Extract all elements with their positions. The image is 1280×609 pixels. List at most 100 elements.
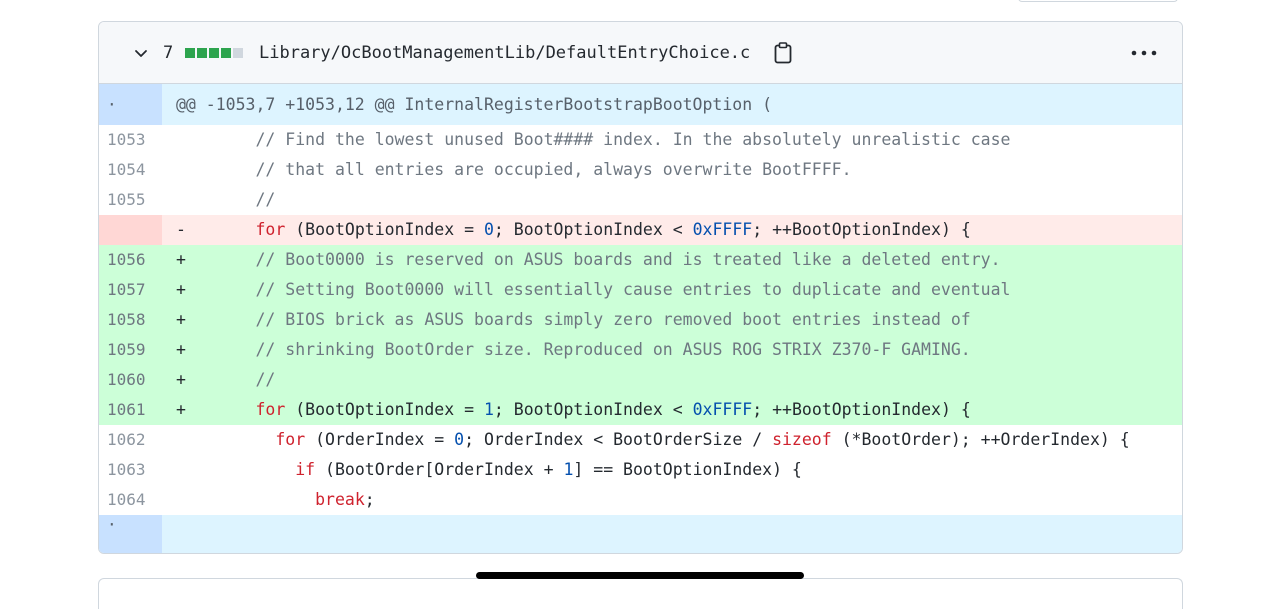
- diffstat-added-block: [185, 47, 195, 58]
- code-keyword: break: [315, 490, 365, 509]
- code-line: break;: [162, 485, 1182, 515]
- diffstat-neutral-block: [233, 47, 243, 58]
- code-line: //: [162, 185, 1182, 215]
- file-actions-button[interactable]: [1129, 22, 1159, 83]
- context-line-row: 1062 for (OrderIndex = 0; OrderIndex < B…: [99, 425, 1182, 455]
- line-number[interactable]: 1058: [99, 305, 162, 335]
- code-number: 0: [483, 220, 494, 239]
- code-keyword: if: [295, 460, 316, 479]
- line-number[interactable]: 1059: [99, 335, 162, 365]
- hunk-footer-row: ·: [99, 515, 1182, 553]
- context-line-row: 1064 break;: [99, 485, 1182, 515]
- line-number[interactable]: 1054: [99, 155, 162, 185]
- addition-line-row: 1056 + // Boot0000 is reserved on ASUS bo…: [99, 245, 1182, 275]
- code-line: + // BIOS brick as ASUS boards simply ze…: [162, 305, 1182, 335]
- code-number: 0xFFFF: [692, 400, 753, 419]
- code-text: +: [176, 400, 256, 419]
- code-comment: // Setting Boot0000 will essentially cau…: [255, 280, 1011, 299]
- code-text: ] == BootOptionIndex) {: [573, 460, 802, 479]
- code-text: +: [176, 280, 256, 299]
- line-number[interactable]: 1053: [99, 125, 162, 155]
- code-line: + // Boot0000 is reserved on ASUS boards…: [162, 245, 1182, 275]
- line-number[interactable]: 1056: [99, 245, 162, 275]
- collapse-file-button[interactable]: [131, 22, 151, 83]
- changes-count: 7: [163, 42, 174, 63]
- code-text: ; ++BootOptionIndex) {: [752, 220, 971, 239]
- hunk-header-row: · @@ -1053,7 +1053,12 @@ InternalRegiste…: [99, 84, 1182, 125]
- kebab-horizontal-icon: [1131, 50, 1157, 55]
- hunk-header: @@ -1053,7 +1053,12 @@ InternalRegisterB…: [162, 84, 1182, 125]
- addition-line-row: 1060 + //: [99, 365, 1182, 395]
- code-text: +: [176, 310, 256, 329]
- previous-file-card-edge: [1018, 0, 1178, 2]
- diff-lines: 1053 // Find the lowest unused Boot#### …: [99, 125, 1182, 515]
- code-number: 0: [454, 430, 465, 449]
- code-text: ; BootOptionIndex <: [493, 220, 693, 239]
- context-line-row: 1053 // Find the lowest unused Boot#### …: [99, 125, 1182, 155]
- addition-line-row: 1061 + for (BootOptionIndex = 1; BootOpti…: [99, 395, 1182, 425]
- line-number[interactable]: 1061: [99, 395, 162, 425]
- addition-line-row: 1057 + // Setting Boot0000 will essential…: [99, 275, 1182, 305]
- code-keyword: sizeof: [772, 430, 832, 449]
- diffstat-added-block: [221, 47, 231, 58]
- code-line: + // shrinking BootOrder size. Reproduce…: [162, 335, 1182, 365]
- code-number: 0xFFFF: [692, 220, 753, 239]
- expand-below-button[interactable]: ·: [99, 515, 162, 553]
- line-number[interactable]: 1060: [99, 365, 162, 395]
- line-number[interactable]: 1064: [99, 485, 162, 515]
- code-comment: //: [255, 370, 276, 389]
- code-text: (OrderIndex =: [305, 430, 455, 449]
- code-comment: // that all entries are occupied, always…: [255, 160, 852, 179]
- next-file-card: [98, 578, 1183, 609]
- code-line: + for (BootOptionIndex = 1; BootOptionIn…: [162, 395, 1182, 425]
- diff-table: · @@ -1053,7 +1053,12 @@ InternalRegiste…: [99, 84, 1182, 553]
- code-keyword: for: [255, 400, 286, 419]
- line-number[interactable]: 1057: [99, 275, 162, 305]
- home-indicator: [476, 572, 804, 579]
- code-text: (BootOptionIndex =: [285, 400, 484, 419]
- hunk-footer: [162, 515, 1182, 553]
- code-text: ; OrderIndex < BootOrderSize /: [464, 430, 773, 449]
- copy-path-button[interactable]: [771, 22, 795, 83]
- code-text: (*BootOrder); ++OrderIndex) {: [831, 430, 1130, 449]
- addition-line-row: 1058 + // BIOS brick as ASUS boards simpl…: [99, 305, 1182, 335]
- code-comment: // Boot0000 is reserved on ASUS boards a…: [255, 250, 1001, 269]
- line-number[interactable]: 1063: [99, 455, 162, 485]
- line-number[interactable]: [99, 215, 162, 245]
- code-line: + //: [162, 365, 1182, 395]
- code-text: (BootOrder[OrderIndex +: [315, 460, 564, 479]
- code-line: - for (BootOptionIndex = 0; BootOptionIn…: [162, 215, 1182, 245]
- file-header: 7 Library/OcBootManagementLib/DefaultEnt…: [99, 22, 1182, 84]
- code-number: 1: [483, 400, 494, 419]
- code-line: // Find the lowest unused Boot#### index…: [162, 125, 1182, 155]
- code-comment: // shrinking BootOrder size. Reproduced …: [255, 340, 971, 359]
- code-line: if (BootOrder[OrderIndex + 1] == BootOpt…: [162, 455, 1182, 485]
- code-text: +: [176, 340, 256, 359]
- code-keyword: for: [255, 220, 286, 239]
- line-number[interactable]: 1055: [99, 185, 162, 215]
- code-text: (BootOptionIndex =: [285, 220, 484, 239]
- clipboard-icon: [774, 41, 792, 63]
- code-line: + // Setting Boot0000 will essentially c…: [162, 275, 1182, 305]
- code-keyword: for: [275, 430, 306, 449]
- code-text: ; ++BootOptionIndex) {: [752, 400, 971, 419]
- line-number[interactable]: 1062: [99, 425, 162, 455]
- code-line: for (OrderIndex = 0; OrderIndex < BootOr…: [162, 425, 1182, 455]
- deletion-line-row: - for (BootOptionIndex = 0; BootOptionIn…: [99, 215, 1182, 245]
- code-text: +: [176, 370, 256, 389]
- code-line: // that all entries are occupied, always…: [162, 155, 1182, 185]
- code-comment: //: [255, 190, 276, 209]
- file-path-link[interactable]: Library/OcBootManagementLib/DefaultEntry…: [259, 22, 750, 83]
- diffstat-added-block: [197, 47, 207, 58]
- code-number: 1: [563, 460, 574, 479]
- code-comment: // Find the lowest unused Boot#### index…: [255, 130, 1011, 149]
- diff-file-card: 7 Library/OcBootManagementLib/DefaultEnt…: [98, 21, 1183, 554]
- code-comment: // BIOS brick as ASUS boards simply zero…: [255, 310, 971, 329]
- expand-hunk-button[interactable]: ·: [99, 84, 162, 125]
- code-text: ;: [364, 490, 375, 509]
- diffstat-added-block: [209, 47, 219, 58]
